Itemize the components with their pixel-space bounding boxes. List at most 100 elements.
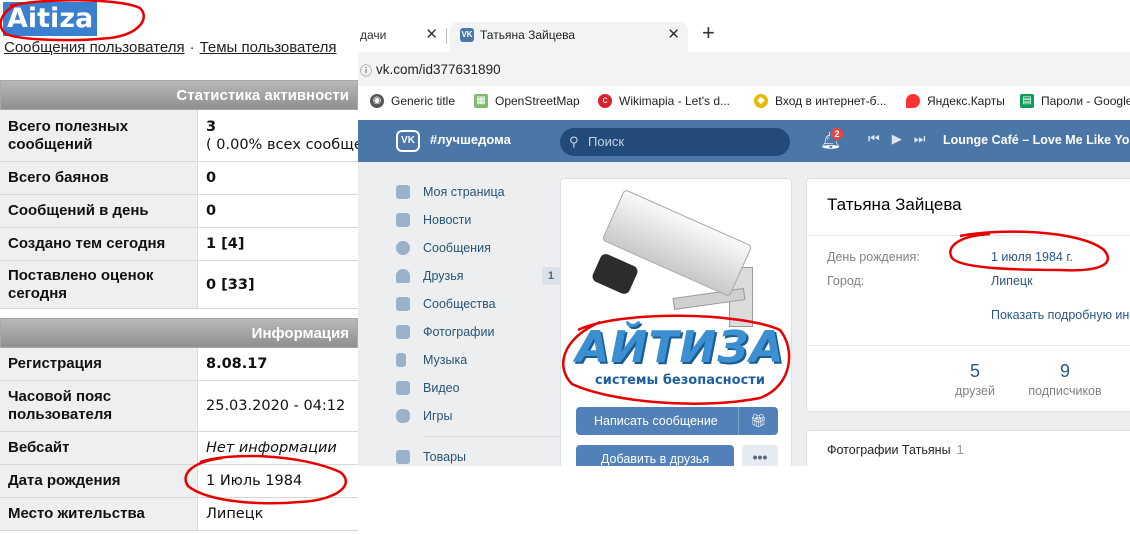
vk-logo-icon[interactable]: VK (396, 130, 420, 152)
menu-item-messages[interactable]: Сообщения (394, 234, 554, 262)
bank-icon: ◆ (754, 94, 768, 108)
search-placeholder: Поиск (588, 134, 625, 149)
menu-label: Новости (423, 213, 472, 227)
info-value: Нет информации (198, 432, 358, 464)
stat-label: Сообщений в день (0, 195, 198, 227)
profile-photos-block[interactable]: Фотографии Татьяны 1 (806, 430, 1130, 466)
stat-value: 3 ( 0.00% всех сообщений ) (198, 110, 358, 161)
vk-page-body: Моя страница Новости Сообщения Друзья 1 С… (358, 162, 1130, 466)
menu-item-photos[interactable]: Фотографии (394, 318, 554, 346)
address-url[interactable]: vk.com/id377631890 (376, 62, 501, 77)
menu-item-groups[interactable]: Сообщества (394, 290, 554, 318)
current-track-title[interactable]: Lounge Café – Love Me Like You Do (943, 133, 1130, 147)
aitiza-logo: АЙТИЗА (575, 322, 785, 373)
table-row: Всего полезных сообщений 3 ( 0.00% всех … (0, 110, 358, 162)
user-posts-link[interactable]: Сообщения пользователя (4, 39, 185, 56)
info-value: 1 Июль 1984 (198, 465, 358, 497)
bookmark-label: Вход в интернет-б... (775, 94, 887, 108)
followers-count-label: подписчиков (1028, 384, 1102, 398)
menu-item-friends[interactable]: Друзья 1 (394, 262, 560, 290)
table-row: Место жительства Липецк (0, 498, 358, 531)
prev-track-icon[interactable]: ⏮ (868, 131, 880, 147)
search-icon: ⚲ (569, 134, 579, 149)
bookmark-generic[interactable]: ◉ Generic title (370, 94, 455, 108)
next-track-icon[interactable]: ⏭ (914, 131, 926, 147)
stat-label: Создано тем сегодня (0, 228, 198, 260)
info-value: 8.08.17 (198, 348, 358, 380)
bookmark-osm[interactable]: ▦ OpenStreetMap (474, 94, 580, 108)
stat-label: Всего полезных сообщений (0, 110, 198, 161)
birthday-value[interactable]: 1 июля 1984 г. (991, 250, 1073, 264)
tab-previous[interactable]: дачи ✕ (358, 22, 444, 48)
friends-count-label: друзей (955, 384, 995, 398)
menu-item-video[interactable]: Видео (394, 374, 554, 402)
add-friend-button[interactable]: Добавить в друзья (576, 445, 734, 466)
bookmark-yandex-maps[interactable]: Яндекс.Карты (906, 94, 1005, 108)
user-topics-link[interactable]: Темы пользователя (200, 39, 337, 56)
stats-header: Статистика активности (0, 80, 358, 110)
menu-label: Моя страница (423, 185, 505, 199)
map-pin-icon (906, 94, 920, 108)
profile-info-card: Татьяна Зайцева День рождения: 1 июля 19… (806, 178, 1130, 412)
write-message-button[interactable]: Написать сообщение 🎁︎ (576, 407, 778, 435)
menu-item-games[interactable]: Игры (394, 402, 554, 430)
bookmarks-bar: ◉ Generic title ▦ OpenStreetMap c Wikimapia… (358, 86, 1130, 118)
vk-hashtag[interactable]: #лучшедома (430, 132, 511, 147)
city-value[interactable]: Липецк (991, 274, 1033, 288)
tab-label: дачи (360, 28, 387, 42)
close-tab-icon[interactable]: ✕ (425, 22, 438, 48)
info-label: Вебсайт (0, 432, 198, 464)
vk-favicon-icon: VK (460, 28, 474, 42)
video-icon (396, 381, 410, 395)
followers-count: 9 (1059, 361, 1070, 381)
menu-item-goods[interactable]: Товары (394, 443, 554, 466)
bookmark-label: OpenStreetMap (495, 94, 580, 108)
friends-counter[interactable]: 5 друзей (925, 361, 1025, 398)
links-separator: · (189, 39, 195, 56)
table-row: Сообщений в день 0 (0, 195, 358, 228)
site-info-icon[interactable]: ⓘ (360, 62, 372, 79)
menu-item-news[interactable]: Новости (394, 206, 554, 234)
vk-left-menu: Моя страница Новости Сообщения Друзья 1 С… (394, 178, 573, 466)
friends-request-count: 1 (541, 267, 560, 285)
table-row: Всего баянов 0 (0, 162, 358, 195)
table-row: Создано тем сегодня 1 [4] (0, 228, 358, 261)
friends-icon (396, 269, 410, 283)
tab-strip: дачи ✕ VK Татьяна Зайцева ✕ + (358, 0, 1130, 52)
osm-icon: ▦ (474, 94, 488, 108)
notifications-bell-icon[interactable]: 🔔︎ 2 (820, 127, 844, 151)
bookmark-wikimapia[interactable]: c Wikimapia - Let's d... (598, 94, 730, 108)
stat-value: 0 (198, 195, 358, 227)
table-row: Вебсайт Нет информации (0, 432, 358, 465)
table-row: Часовой пояс пользователя 25.03.2020 - 0… (0, 381, 358, 432)
tab-vk-profile[interactable]: VK Татьяна Зайцева ✕ (450, 22, 688, 52)
close-tab-icon[interactable]: ✕ (667, 22, 680, 48)
play-icon[interactable]: ▶ (892, 131, 902, 147)
avatar[interactable]: АЙТИЗА системы безопасности (561, 188, 793, 399)
menu-label: Сообщества (423, 297, 496, 311)
menu-label: Фотографии (423, 325, 495, 339)
bookmark-google-passwords[interactable]: ▤ Пароли - Google (1020, 94, 1130, 108)
more-actions-button[interactable]: ••• (742, 445, 778, 466)
bookmark-label: Пароли - Google (1041, 94, 1130, 108)
new-tab-button[interactable]: + (702, 20, 715, 46)
vk-search-input[interactable]: ⚲ Поиск (560, 128, 790, 156)
show-more-info-link[interactable]: Показать подробную информацию (991, 308, 1130, 322)
gift-icon[interactable]: 🎁︎ (738, 407, 778, 435)
menu-label: Сообщения (423, 241, 491, 255)
stat-label: Поставлено оценок сегодня (0, 261, 198, 308)
menu-item-music[interactable]: Музыка (394, 346, 554, 374)
address-bar[interactable]: ⓘ vk.com/id377631890 (358, 52, 1130, 86)
stat-value: 1 [4] (198, 228, 358, 260)
wikimapia-icon: c (598, 94, 612, 108)
divider (807, 235, 1130, 236)
divider (807, 345, 1130, 346)
menu-item-my-page[interactable]: Моя страница (394, 178, 554, 206)
bookmark-bank[interactable]: ◆ Вход в интернет-б... (754, 94, 887, 108)
city-label: Город: (827, 274, 865, 288)
stat-value-sub: ( 0.00% всех сообщений ) (206, 136, 358, 153)
friends-count: 5 (969, 361, 980, 381)
stat-value: 0 (198, 162, 358, 194)
stat-value-main: 3 (206, 118, 217, 135)
followers-counter[interactable]: 9 подписчиков (1015, 361, 1115, 398)
